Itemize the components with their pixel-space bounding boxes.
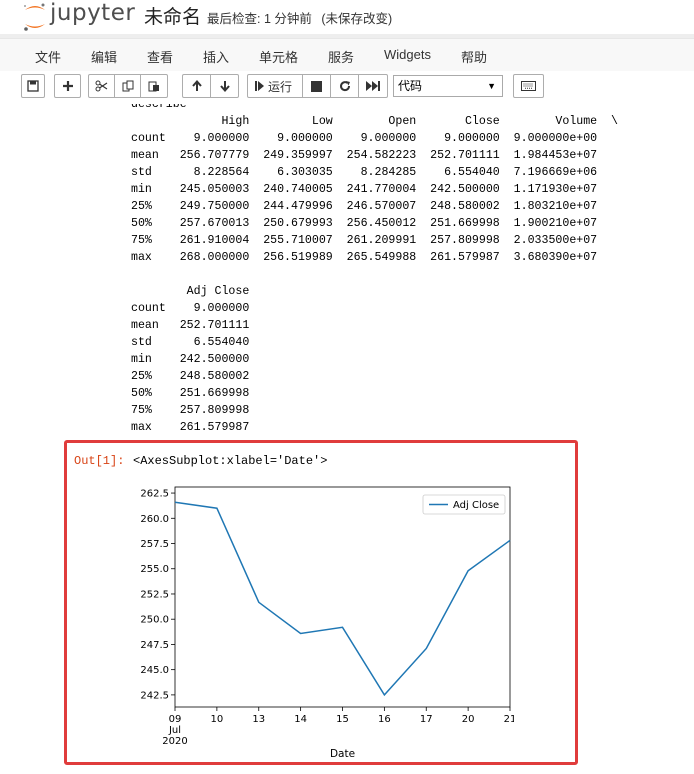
legend-label: Adj Close: [453, 500, 499, 511]
checkpoint-status: 最后检查: 1 分钟前 (未保存改变): [207, 8, 398, 27]
describe-output-line: 25% 248.580002: [131, 370, 250, 383]
x-tick-label: 15: [336, 714, 349, 725]
describe-output-line: 50% 251.669998: [131, 387, 250, 400]
describe-output-line: min 242.500000: [131, 353, 250, 366]
y-tick-label: 257.5: [140, 539, 169, 550]
copy-button[interactable]: [114, 74, 141, 98]
cut-button[interactable]: [88, 74, 115, 98]
describe-output-line: 50% 257.670013 250.679993 256.450012 251…: [131, 217, 598, 230]
x-tick-label: 20: [462, 714, 475, 725]
y-tick-label: 262.5: [140, 489, 169, 500]
autosave-status: (未保存改变): [321, 12, 393, 26]
save-button[interactable]: [21, 74, 45, 98]
menu-cell[interactable]: 单元格: [259, 47, 298, 66]
save-icon: [27, 80, 39, 92]
stop-icon: [311, 80, 322, 92]
cell-type-value: 代码: [398, 79, 423, 93]
y-tick-label: 245.0: [140, 665, 169, 676]
describe-output: describe High Low Open Close Volume \ cou…: [131, 104, 618, 436]
x-tick-sublabel-year: 2020: [162, 736, 187, 747]
y-tick-label: 260.0: [140, 514, 169, 525]
x-tick-label: 17: [420, 714, 433, 725]
describe-output-line: std 8.228564 6.303035 8.284285 6.554040 …: [131, 166, 598, 179]
y-tick-label: 242.5: [140, 690, 169, 701]
menu-file[interactable]: 文件: [35, 47, 61, 66]
run-label: 运行: [268, 79, 293, 94]
menu-view[interactable]: 查看: [147, 47, 173, 66]
paste-button[interactable]: [140, 74, 168, 98]
cut-icon: [95, 80, 108, 92]
step-forward-icon: [255, 81, 264, 91]
y-tick-label: 255.0: [140, 564, 169, 575]
describe-output-line: describe: [131, 104, 187, 111]
series-line-adj-close: [174, 501, 511, 697]
describe-output-line: mean 252.701111: [131, 319, 250, 332]
move-down-button[interactable]: [210, 74, 239, 98]
x-tick-label: 14: [294, 714, 307, 725]
arrow-down-icon: [219, 81, 230, 92]
menu-help[interactable]: 帮助: [461, 47, 487, 66]
caret-down-icon: ▼: [487, 81, 496, 91]
toolbar: 运行 代码 ▼: [0, 71, 694, 104]
output-prompt: Out[1]:: [74, 454, 125, 468]
plus-icon: [62, 81, 73, 91]
describe-output-line: 25% 249.750000 244.479996 246.570007 248…: [131, 200, 598, 213]
describe-output-line: max 261.579987: [131, 421, 250, 434]
fast-forward-icon: [366, 81, 380, 91]
header: jupyter 未命名 最后检查: 1 分钟前 (未保存改变): [0, 0, 694, 34]
x-tick-label: 10: [211, 714, 224, 725]
run-button[interactable]: 运行: [247, 74, 303, 98]
describe-output-line: Adj Close: [131, 285, 250, 298]
y-tick-label: 250.0: [140, 615, 169, 626]
logo-text[interactable]: jupyter: [50, 0, 135, 26]
describe-output-line: 75% 257.809998: [131, 404, 250, 417]
interrupt-button[interactable]: [302, 74, 331, 98]
describe-output-line: min 245.050003 240.740005 241.770004 242…: [131, 183, 598, 196]
menubar: 文件 编辑 查看 插入 单元格 服务 Widgets 帮助: [0, 38, 694, 72]
insert-cell-button[interactable]: [54, 74, 81, 98]
restart-icon: [339, 81, 350, 92]
x-tick-label: 21: [504, 714, 514, 725]
menu-widgets[interactable]: Widgets: [384, 47, 431, 62]
plot-frame: [174, 486, 511, 708]
y-tick-label: 247.5: [140, 640, 169, 651]
describe-output-line: mean 256.707779 249.359997 254.582223 25…: [131, 149, 598, 162]
describe-output-line: High Low Open Close Volume \: [131, 115, 619, 128]
line-chart: 242.5 245.0 247.5 250.0 252.5 255.0 257.5 260.0…: [140, 486, 514, 760]
x-tick-label: 13: [252, 714, 265, 725]
copy-icon: [122, 80, 133, 92]
menu-insert[interactable]: 插入: [203, 47, 229, 66]
describe-output-line: 75% 261.910004 255.710007 261.209991 257…: [131, 234, 598, 247]
x-tick-sublabel-month: Jul: [168, 725, 181, 736]
describe-output-line: max 268.000000 256.519989 265.549988 261…: [131, 251, 598, 264]
command-palette-button[interactable]: [513, 74, 544, 98]
notebook-page[interactable]: describe High Low Open Close Volume \ cou…: [0, 104, 694, 774]
output-repr: <AxesSubplot:xlabel='Date'>: [133, 454, 328, 468]
describe-output-line: [131, 266, 618, 283]
restart-run-all-button[interactable]: [358, 74, 388, 98]
output-cell[interactable]: Out[1]: <AxesSubplot:xlabel='Date'> 242.…: [64, 440, 578, 765]
move-up-button[interactable]: [182, 74, 211, 98]
describe-output-line: count 9.000000: [131, 302, 250, 315]
describe-output-line: std 6.554040: [131, 336, 250, 349]
jupyter-logo-icon[interactable]: [22, 2, 48, 32]
paste-icon: [148, 81, 159, 92]
checkpoint-label: 最后检查: 1 分钟前: [207, 12, 312, 26]
menu-kernel[interactable]: 服务: [328, 47, 354, 66]
menu-edit[interactable]: 编辑: [91, 47, 117, 66]
notebook-name[interactable]: 未命名: [144, 2, 201, 29]
y-tick-label: 252.5: [140, 589, 169, 600]
describe-output-line: count 9.000000 9.000000 9.000000 9.00000…: [131, 132, 598, 145]
x-tick-label: 16: [378, 714, 391, 725]
x-tick-label: 09: [169, 714, 182, 725]
restart-button[interactable]: [330, 74, 359, 98]
x-axis-label: Date: [330, 748, 355, 760]
keyboard-icon: [521, 81, 536, 91]
cell-type-select[interactable]: 代码 ▼: [393, 75, 503, 97]
arrow-up-icon: [191, 80, 202, 91]
